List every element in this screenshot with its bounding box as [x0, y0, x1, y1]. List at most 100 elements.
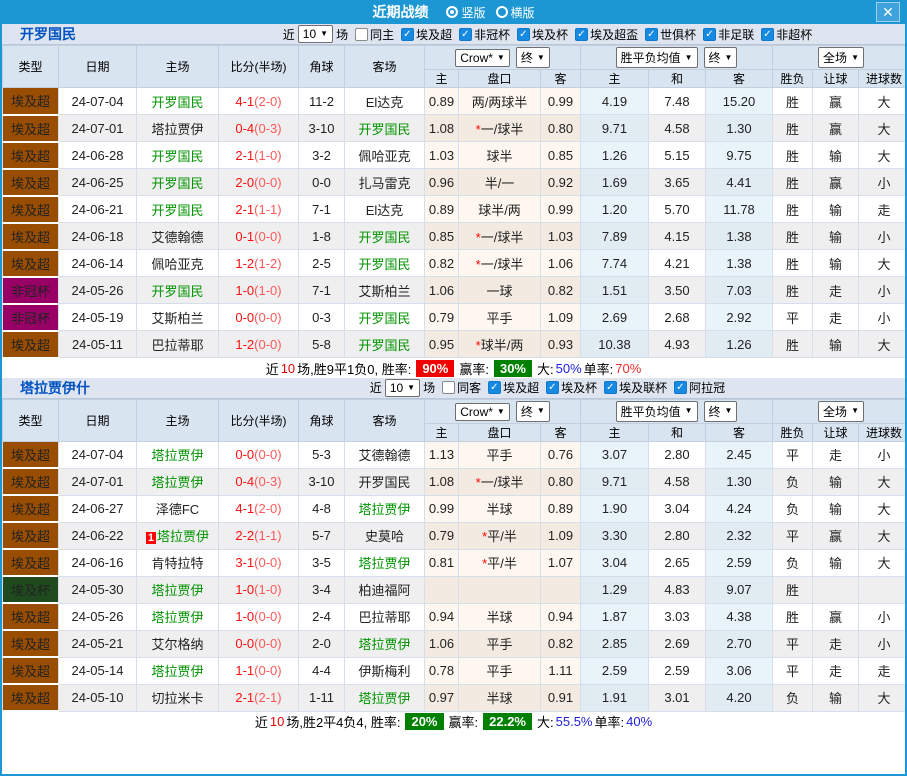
home-team: 泽德FC [137, 495, 219, 522]
subcolumn-header: 胜负 [773, 70, 813, 88]
avg-odds-select[interactable]: 胜平负均值▼ [616, 401, 698, 422]
scope-select[interactable]: 全场▼ [818, 47, 864, 68]
home-team: 开罗国民 [137, 277, 219, 304]
league-checkbox-6[interactable]: 非超杯 [761, 26, 812, 43]
half-score: (0-3) [254, 121, 281, 136]
result-handicap: 赢 [813, 169, 859, 196]
half-score: (0-0) [254, 663, 281, 678]
league-checkbox-3[interactable]: 埃及超盃 [575, 26, 638, 43]
match-row: 埃及超24-05-10切拉米卡2-1(2-1)1-11塔拉贾伊0.97半球0.9… [3, 684, 907, 711]
handicap-text: 一/球半 [481, 475, 524, 490]
column-header: 比分(半场) [219, 399, 299, 441]
league-checkbox-0[interactable]: 埃及超 [401, 26, 452, 43]
home-team-name: 开罗国民 [151, 149, 203, 164]
half-score: (0-0) [254, 229, 281, 244]
team-filter-bar: 塔拉贾伊什近10▼场同客埃及超埃及杯埃及联杯阿拉冠 [2, 378, 905, 399]
recent-results-window: 近期战绩 竖版 横版 ✕ 开罗国民近10▼场同主埃及超非冠杯埃及杯埃及超盃世俱杯… [0, 0, 907, 776]
avg-draw-odds: 2.80 [649, 441, 706, 468]
half-score: (0-0) [254, 447, 281, 462]
league-checkbox-4[interactable]: 世俱杯 [645, 26, 696, 43]
full-score: 0-4 [235, 474, 254, 489]
away-odds: 1.09 [541, 522, 581, 549]
odds-source-select[interactable]: Crow*▼ [455, 403, 510, 421]
avg-home-odds: 1.90 [581, 495, 649, 522]
competition-badge: 埃及超 [3, 441, 59, 468]
handicap-rate-label: 赢率: [449, 712, 479, 731]
same-venue-checkbox[interactable]: 同主 [355, 26, 394, 43]
competition-badge: 埃及超 [3, 331, 59, 358]
away-team-name: 艾斯柏兰 [358, 284, 410, 299]
away-team: 史莫哈 [345, 522, 425, 549]
odds-source-select[interactable]: Crow*▼ [455, 49, 510, 67]
odds-source-select-value: Crow* [460, 405, 493, 419]
avg-home-odds: 1.87 [581, 603, 649, 630]
full-score: 1-0 [235, 582, 254, 597]
odds-state-select[interactable]: 终▼ [516, 401, 550, 422]
league-checkbox-5[interactable]: 非足联 [703, 26, 754, 43]
avg-away-odds: 15.20 [706, 88, 773, 115]
handicap-text: 球半/两 [478, 203, 521, 218]
corner-score: 7-1 [299, 277, 345, 304]
home-team-name: 开罗国民 [151, 95, 203, 110]
near-label: 近 [370, 379, 382, 396]
avg-draw-odds: 2.80 [649, 522, 706, 549]
avg-odds-select[interactable]: 胜平负均值▼ [616, 47, 698, 68]
home-team-name: 肯特拉特 [151, 556, 203, 571]
league-checkbox-2[interactable]: 埃及杯 [517, 26, 568, 43]
summary-count: 10 [281, 361, 295, 376]
away-odds: 1.03 [541, 223, 581, 250]
scope-select-value: 全场 [823, 403, 847, 420]
league-checkbox-1[interactable]: 埃及杯 [546, 379, 597, 396]
league-label: 埃及杯 [561, 379, 597, 396]
half-score: (0-0) [254, 555, 281, 570]
home-team-name: 塔拉贾伊 [157, 529, 209, 544]
layout-radio-vertical[interactable]: 竖版 [446, 4, 485, 21]
avg-home-odds: 1.29 [581, 576, 649, 603]
result-wdl: 平 [773, 522, 813, 549]
league-checkbox-2[interactable]: 埃及联杯 [604, 379, 667, 396]
match-score: 0-0(0-0) [219, 304, 299, 331]
competition-badge: 埃及超 [3, 115, 59, 142]
checkbox-checked-icon [645, 28, 658, 41]
scope-select[interactable]: 全场▼ [818, 401, 864, 422]
away-odds: 0.85 [541, 142, 581, 169]
avg-state-select[interactable]: 终▼ [704, 47, 738, 68]
radio-vertical-label: 竖版 [461, 4, 485, 21]
odds-source-select-value: Crow* [460, 51, 493, 65]
home-team-name: 塔拉贾伊 [151, 664, 203, 679]
match-score: 2-1(1-1) [219, 196, 299, 223]
handicap-text: 平手 [486, 311, 512, 326]
avg-draw-odds: 3.50 [649, 277, 706, 304]
half-score: (1-0) [254, 283, 281, 298]
layout-radio-horizontal[interactable]: 横版 [496, 4, 535, 21]
match-score: 2-1(1-0) [219, 142, 299, 169]
away-odds: 0.82 [541, 277, 581, 304]
league-checkbox-3[interactable]: 阿拉冠 [674, 379, 725, 396]
same-venue-checkbox[interactable]: 同客 [442, 379, 481, 396]
matches-count-select[interactable]: 10▼ [298, 25, 333, 43]
competition-badge: 埃及超 [3, 142, 59, 169]
subcolumn-header: 让球 [813, 423, 859, 441]
match-row: 埃及超24-06-18艾德翰德0-1(0-0)1-8开罗国民0.85*一/球半1… [3, 223, 907, 250]
full-score: 1-2 [235, 256, 254, 271]
avg-state-select[interactable]: 终▼ [704, 401, 738, 422]
match-score: 2-2(1-1) [219, 522, 299, 549]
odds-state-select[interactable]: 终▼ [516, 47, 550, 68]
summary-near-label: 近 [255, 712, 268, 731]
home-team-name: 泽德FC [156, 502, 199, 517]
match-date: 24-05-11 [59, 331, 137, 358]
corner-score: 3-4 [299, 576, 345, 603]
result-handicap: 走 [813, 630, 859, 657]
league-checkbox-1[interactable]: 非冠杯 [459, 26, 510, 43]
close-button[interactable]: ✕ [876, 2, 900, 22]
matches-count-select[interactable]: 10▼ [385, 379, 420, 397]
home-team-name: 艾尔格纳 [151, 637, 203, 652]
away-odds: 0.89 [541, 495, 581, 522]
subcolumn-header: 和 [649, 423, 706, 441]
subcolumn-header: 主 [581, 70, 649, 88]
avg-away-odds: 1.38 [706, 250, 773, 277]
league-checkbox-0[interactable]: 埃及超 [488, 379, 539, 396]
radio-unselected-icon [496, 6, 508, 18]
competition-badge: 埃及超 [3, 169, 59, 196]
handicap-text: 一/球半 [481, 122, 524, 137]
